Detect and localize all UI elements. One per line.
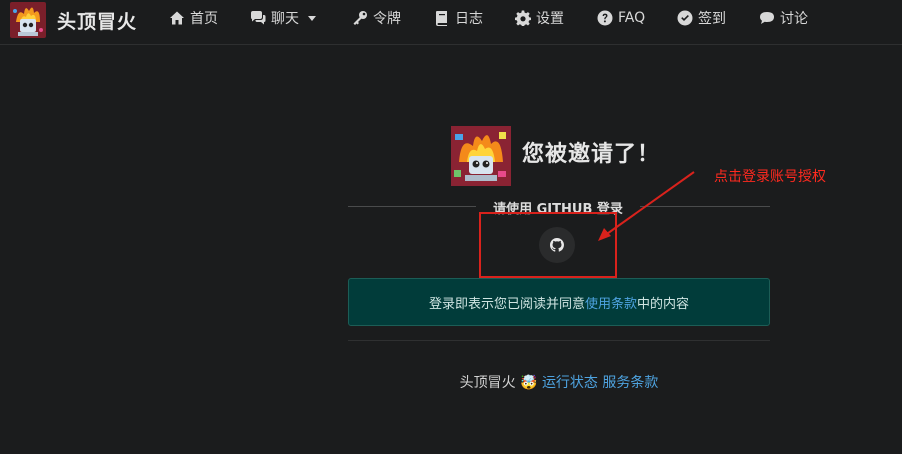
footer: 头顶冒火 🤯 运行状态 服务条款 (0, 372, 902, 392)
nav-tokens[interactable]: 令牌 (352, 0, 401, 36)
home-icon (169, 10, 185, 26)
invite-title: 您被邀请了！ (522, 142, 661, 167)
divider-right (640, 206, 770, 207)
nav-discuss-label: 讨论 (780, 11, 808, 27)
annotation-highlight-box (479, 212, 617, 278)
check-circle-icon (677, 10, 693, 26)
comment-icon (759, 10, 775, 26)
nav-checkin-label: 签到 (698, 11, 726, 27)
nav-home-label: 首页 (190, 11, 218, 27)
brand-name: 头顶冒火 (57, 10, 138, 33)
nav-settings-label: 设置 (536, 11, 564, 27)
nav-settings[interactable]: 设置 (515, 0, 564, 36)
brand-link[interactable]: 头顶冒火 (10, 2, 137, 38)
invite-logo (451, 126, 511, 186)
divider-left (348, 206, 476, 207)
service-terms-link[interactable]: 服务条款 (602, 375, 658, 391)
question-circle-icon (597, 10, 613, 26)
brand-logo (10, 2, 46, 38)
gear-icon (515, 10, 531, 26)
footer-divider (348, 340, 770, 341)
chevron-down-icon (308, 15, 316, 21)
terms-suffix: 中的内容 (637, 296, 690, 312)
terms-prefix: 登录即表示您已阅读并同意 (428, 296, 585, 312)
nav-logs-label: 日志 (455, 11, 483, 27)
nav-chat-label: 聊天 (271, 11, 299, 27)
nav-discuss[interactable]: 讨论 (759, 0, 808, 36)
nav-tokens-label: 令牌 (373, 11, 401, 27)
chat-icon (250, 10, 266, 26)
nav-home[interactable]: 首页 (169, 0, 218, 36)
nav-faq-label: FAQ (618, 10, 646, 26)
key-icon (352, 10, 368, 26)
book-icon (434, 10, 450, 26)
mind-blown-emoji-icon: 🤯 (520, 375, 538, 391)
status-link[interactable]: 运行状态 (542, 375, 598, 391)
nav-chat[interactable]: 聊天 (250, 0, 316, 36)
terms-message: 登录即表示您已阅读并同意 使用条款 中的内容 (348, 278, 770, 326)
nav-checkin[interactable]: 签到 (677, 0, 726, 36)
top-nav-bar: 头顶冒火 首页 聊天 令牌 日志 设置 FAQ 签到 讨论 (0, 0, 902, 45)
nav-faq[interactable]: FAQ (597, 0, 645, 36)
footer-brand: 头顶冒火 (459, 375, 516, 391)
annotation-label: 点击登录账号授权 (714, 169, 826, 185)
nav-logs[interactable]: 日志 (434, 0, 483, 36)
terms-of-use-link[interactable]: 使用条款 (585, 293, 637, 312)
